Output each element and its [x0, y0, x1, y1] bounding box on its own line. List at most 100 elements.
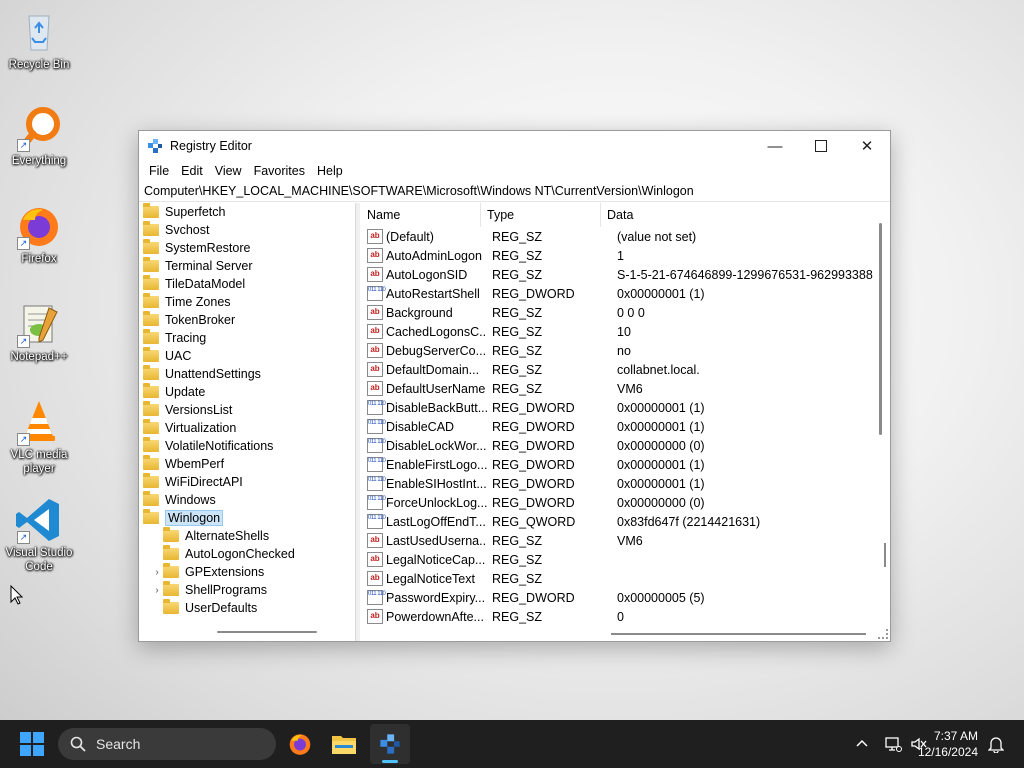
tree-item[interactable]: Svchost	[139, 221, 355, 239]
tree-item[interactable]: AlternateShells	[139, 527, 355, 545]
column-header-data[interactable]: Data	[601, 203, 807, 227]
value-row[interactable]: 011 110 EnableFirstLogo... REG_DWORD 0x0000…	[361, 455, 890, 474]
tree-item[interactable]: WbemPerf	[139, 455, 355, 473]
menu-help[interactable]: Help	[311, 164, 349, 178]
desktop-icon-recycle-bin[interactable]: Recycle Bin	[2, 8, 76, 72]
taskbar-firefox[interactable]	[280, 724, 320, 764]
value-row[interactable]: ab Background REG_SZ 0 0 0	[361, 303, 890, 322]
value-row[interactable]: 011 110 PasswordExpiry... REG_DWORD 0x00000…	[361, 588, 890, 607]
values-horizontal-scrollbar[interactable]	[611, 633, 866, 635]
tree-item-label: Tracing	[165, 331, 207, 345]
tree-item[interactable]: Time Zones	[139, 293, 355, 311]
string-value-icon: ab	[367, 267, 383, 282]
column-header-name[interactable]: Name	[361, 203, 481, 227]
start-button[interactable]	[20, 732, 44, 756]
tree-item[interactable]: Winlogon	[139, 509, 355, 527]
desktop-icon-vscode[interactable]: ↗ Visual Studio Code	[2, 496, 76, 574]
tree-item[interactable]: Windows	[139, 491, 355, 509]
tree-item-label: SystemRestore	[165, 241, 251, 255]
desktop-icon-vlc[interactable]: ↗ VLC media player	[2, 398, 76, 476]
address-path[interactable]: Computer\HKEY_LOCAL_MACHINE\SOFTWARE\Mic…	[144, 184, 694, 198]
menu-view[interactable]: View	[209, 164, 248, 178]
tree-item[interactable]: › ShellPrograms	[139, 581, 355, 599]
tree-item[interactable]: VolatileNotifications	[139, 437, 355, 455]
desktop-icon-firefox[interactable]: ↗ Firefox	[2, 202, 76, 266]
column-header-type[interactable]: Type	[481, 203, 601, 227]
menu-file[interactable]: File	[143, 164, 175, 178]
tree-item[interactable]: Virtualization	[139, 419, 355, 437]
window-title: Registry Editor	[170, 139, 252, 153]
shortcut-arrow-icon: ↗	[17, 139, 30, 152]
resize-grip[interactable]	[878, 629, 888, 639]
search-label: Search	[96, 736, 141, 752]
value-type: REG_SZ	[492, 552, 543, 567]
chevron-right-icon[interactable]: ›	[151, 567, 163, 578]
network-icon[interactable]	[884, 735, 902, 753]
tree-item[interactable]: TileDataModel	[139, 275, 355, 293]
notification-bell-icon[interactable]	[988, 735, 1004, 753]
title-bar[interactable]: Registry Editor — ✕	[139, 131, 890, 161]
value-type: REG_QWORD	[492, 514, 576, 529]
value-row[interactable]: ab PowerdownAfte... REG_SZ 0	[361, 607, 890, 626]
binary-value-icon: 011 110	[367, 590, 386, 605]
value-row[interactable]: 011 110 EnableSIHostInt... REG_DWORD 0x0000…	[361, 474, 890, 493]
tree-item[interactable]: Update	[139, 383, 355, 401]
menu-edit[interactable]: Edit	[175, 164, 209, 178]
value-data: 0x00000001 (1)	[617, 476, 705, 491]
value-data: VM6	[617, 381, 643, 396]
tree-item[interactable]: Terminal Server	[139, 257, 355, 275]
value-row[interactable]: ab DebugServerCo... REG_SZ no	[361, 341, 890, 360]
folder-icon	[143, 221, 159, 236]
binary-value-icon: 011 110	[367, 514, 386, 529]
value-row[interactable]: ab AutoAdminLogon REG_SZ 1	[361, 246, 890, 265]
value-row[interactable]: ab CachedLogonsC... REG_SZ 10	[361, 322, 890, 341]
desktop-icon-everything[interactable]: ↗ Everything	[2, 104, 76, 168]
tree-item[interactable]: UAC	[139, 347, 355, 365]
chevron-right-icon[interactable]: ›	[151, 585, 163, 596]
value-name: DisableLockWor...	[386, 438, 487, 453]
pane-splitter[interactable]	[356, 203, 360, 641]
tree-item[interactable]: WiFiDirectAPI	[139, 473, 355, 491]
taskbar: Search 7:37 AM 12/16/2024	[0, 720, 1024, 768]
chevron-up-icon[interactable]	[856, 738, 868, 748]
value-row[interactable]: ab (Default) REG_SZ (value not set)	[361, 227, 890, 246]
value-row[interactable]: 011 110 DisableBackButt... REG_DWORD 0x0000…	[361, 398, 890, 417]
value-type: REG_DWORD	[492, 419, 575, 434]
tree-item[interactable]: Tracing	[139, 329, 355, 347]
tree-horizontal-scrollbar[interactable]	[217, 631, 317, 633]
value-name: AutoRestartShell	[386, 286, 480, 301]
desktop-icon-notepadpp[interactable]: ↗ Notepad++	[2, 300, 76, 364]
values-list: Name Type Data ab (Default) REG_SZ (value n…	[361, 203, 890, 641]
value-row[interactable]: ab AutoLogonSID REG_SZ S-1-5-21-674646899-1…	[361, 265, 890, 284]
tree-item[interactable]: SystemRestore	[139, 239, 355, 257]
tree-item[interactable]: VersionsList	[139, 401, 355, 419]
taskbar-search[interactable]: Search	[58, 728, 276, 760]
menu-favorites[interactable]: Favorites	[248, 164, 311, 178]
value-row[interactable]: ab DefaultUserName REG_SZ VM6	[361, 379, 890, 398]
value-row[interactable]: 011 110 AutoRestartShell REG_DWORD 0x000000…	[361, 284, 890, 303]
tree-item[interactable]: AutoLogonChecked	[139, 545, 355, 563]
tree-item[interactable]: › GPExtensions	[139, 563, 355, 581]
tree-item[interactable]: Superfetch	[139, 203, 355, 221]
values-vertical-scrollbar[interactable]	[879, 223, 882, 435]
taskbar-file-explorer[interactable]	[324, 724, 364, 764]
value-type: REG_DWORD	[492, 476, 575, 491]
clock[interactable]: 7:37 AM 12/16/2024	[908, 728, 978, 760]
taskbar-registry-editor[interactable]	[370, 724, 410, 764]
value-row[interactable]: ab LegalNoticeText REG_SZ	[361, 569, 890, 588]
value-row[interactable]: 011 110 DisableLockWor... REG_DWORD 0x00000…	[361, 436, 890, 455]
close-button[interactable]: ✕	[844, 131, 890, 161]
value-row[interactable]: 011 110 DisableCAD REG_DWORD 0x00000001 (1)	[361, 417, 890, 436]
value-row[interactable]: ab LastUsedUserna... REG_SZ VM6	[361, 531, 890, 550]
maximize-button[interactable]	[798, 131, 844, 161]
minimize-button[interactable]: —	[752, 131, 798, 161]
tree-item[interactable]: UnattendSettings	[139, 365, 355, 383]
value-row[interactable]: ab LegalNoticeCap... REG_SZ	[361, 550, 890, 569]
tree-item[interactable]: TokenBroker	[139, 311, 355, 329]
value-row[interactable]: ab DefaultDomain... REG_SZ collabnet.local.	[361, 360, 890, 379]
tree-item[interactable]: UserDefaults	[139, 599, 355, 617]
binary-value-icon: 011 110	[367, 495, 386, 510]
value-row[interactable]: 011 110 ForceUnlockLog... REG_DWORD 0x00000…	[361, 493, 890, 512]
address-bar[interactable]: Computer\HKEY_LOCAL_MACHINE\SOFTWARE\Mic…	[139, 181, 890, 202]
value-row[interactable]: 011 110 LastLogOffEndT... REG_QWORD 0x83fd6…	[361, 512, 890, 531]
